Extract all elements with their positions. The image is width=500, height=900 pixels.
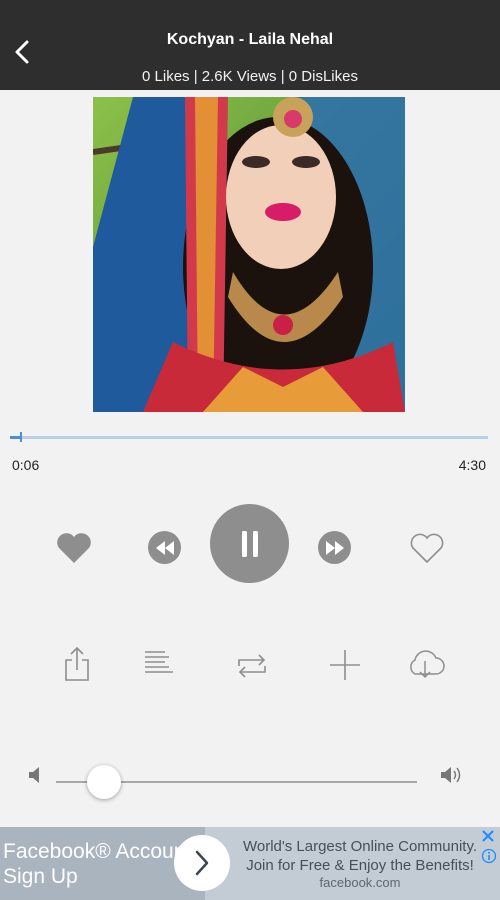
repeat-button[interactable] xyxy=(234,651,270,681)
ad-body-text: World's Largest Online Community. Join f… xyxy=(242,838,478,874)
rewind-icon xyxy=(155,540,174,555)
total-time: 4:30 xyxy=(458,457,486,473)
progress-thumb[interactable] xyxy=(19,432,22,442)
ad-open-button[interactable] xyxy=(174,835,230,891)
chevron-right-icon xyxy=(195,850,209,876)
album-artwork xyxy=(93,97,405,412)
ad-banner[interactable]: Facebook® Account Sign Up World's Larges… xyxy=(0,827,500,900)
heart-outline-icon xyxy=(410,533,444,564)
rewind-button[interactable] xyxy=(148,531,181,564)
heart-filled-icon xyxy=(57,533,91,563)
volume-thumb[interactable] xyxy=(87,765,121,799)
fast-forward-button[interactable] xyxy=(318,531,351,564)
song-title: Kochyan - Laila Nehal xyxy=(166,31,334,48)
fast-forward-icon xyxy=(325,540,344,555)
lyrics-button[interactable] xyxy=(142,648,174,678)
add-to-playlist-button[interactable] xyxy=(327,647,363,683)
like-button[interactable] xyxy=(55,531,93,565)
info-icon xyxy=(481,848,497,864)
ad-headline[interactable]: Facebook® Account Sign Up xyxy=(3,839,203,889)
share-icon xyxy=(65,646,89,681)
ad-close-button[interactable] xyxy=(480,828,496,844)
pause-icon xyxy=(241,530,258,557)
pause-button[interactable] xyxy=(210,504,289,583)
volume-high-icon xyxy=(440,765,464,785)
lyrics-icon xyxy=(145,651,173,673)
song-stats: 0 Likes | 2.6K Views | 0 DisLikes xyxy=(142,68,358,85)
elapsed-time: 0:06 xyxy=(12,457,40,473)
album-artwork-image xyxy=(93,97,405,412)
volume-low-icon xyxy=(28,766,42,784)
ad-domain: facebook.com xyxy=(319,875,401,890)
add-icon xyxy=(330,650,360,680)
top-bar: Kochyan - Laila Nehal 0 Likes | 2.6K Vie… xyxy=(0,0,500,90)
ad-info-button[interactable] xyxy=(481,848,497,864)
share-button[interactable] xyxy=(60,645,94,683)
repeat-icon xyxy=(238,654,266,678)
close-icon xyxy=(482,830,494,842)
favorite-button[interactable] xyxy=(408,531,446,565)
song-progress-bar[interactable] xyxy=(10,432,488,442)
cloud-download-icon xyxy=(410,650,445,679)
download-button[interactable] xyxy=(404,647,446,681)
